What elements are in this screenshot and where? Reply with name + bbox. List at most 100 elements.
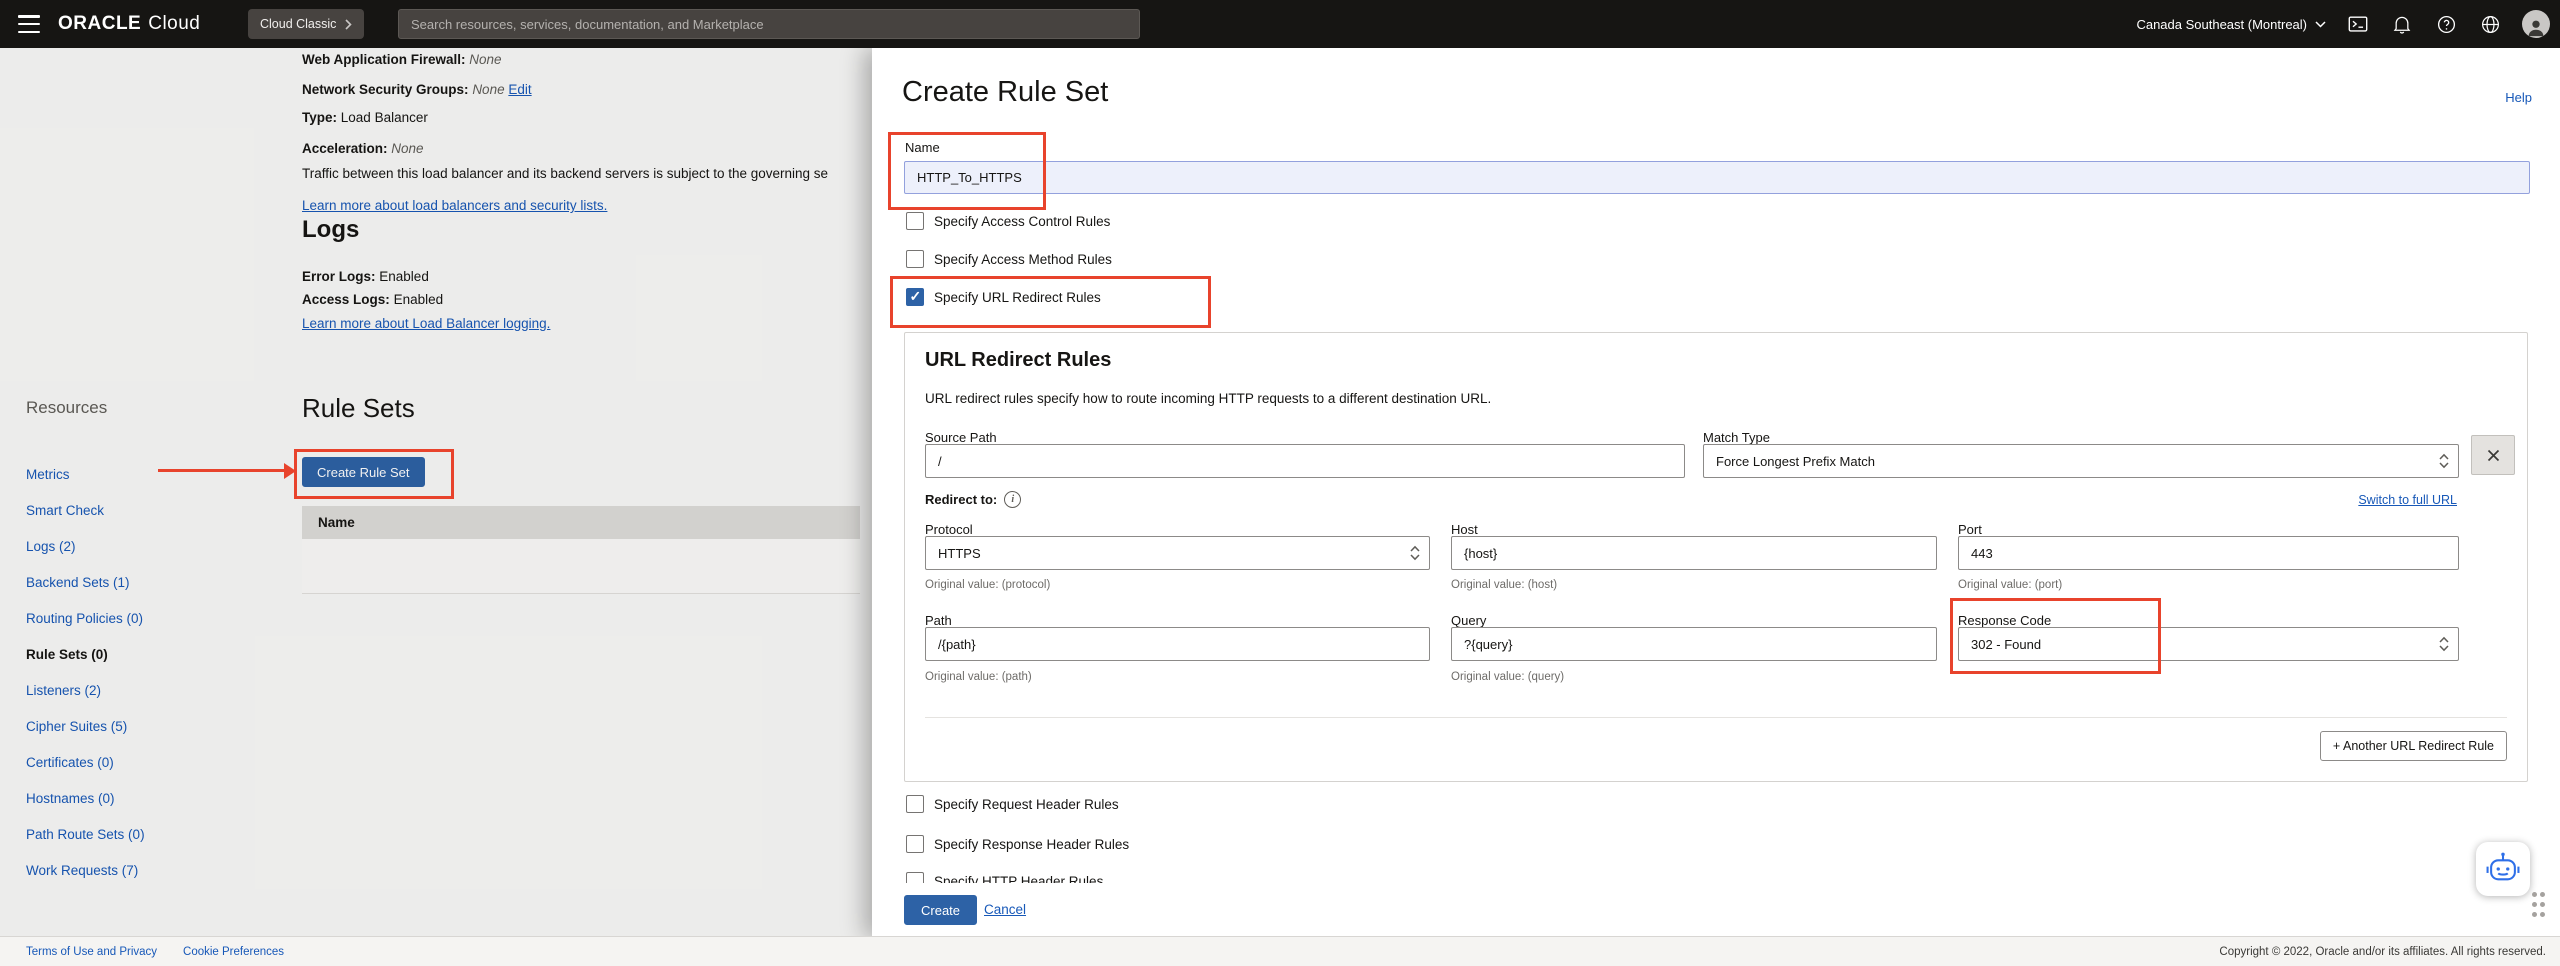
access-method-checkbox[interactable] bbox=[906, 250, 924, 268]
section-divider bbox=[925, 717, 2507, 718]
another-url-redirect-rule-button[interactable]: + Another URL Redirect Rule bbox=[2320, 731, 2507, 761]
sidebar-item-cipher-suites[interactable]: Cipher Suites (5) bbox=[26, 708, 266, 744]
table-row bbox=[302, 566, 860, 594]
sidebar-item-routing-policies[interactable]: Routing Policies (0) bbox=[26, 600, 266, 636]
sidebar-item-logs[interactable]: Logs (2) bbox=[26, 528, 266, 564]
match-type-label: Match Type bbox=[1703, 430, 1770, 445]
waf-label: Web Application Firewall: bbox=[302, 52, 466, 67]
terms-of-use-link[interactable]: Terms of Use and Privacy bbox=[26, 946, 157, 958]
rule-sets-table-header: Name bbox=[302, 506, 860, 539]
select-stepper-icon bbox=[1409, 545, 1421, 561]
language-globe-icon[interactable] bbox=[2478, 12, 2502, 36]
sidebar-item-listeners[interactable]: Listeners (2) bbox=[26, 672, 266, 708]
sidebar-items: Metrics Smart Check Logs (2) Backend Set… bbox=[26, 456, 266, 888]
page-footer: Terms of Use and Privacy Cookie Preferen… bbox=[0, 936, 2560, 966]
query-original-value: Original value: (query) bbox=[1451, 671, 1564, 683]
learn-more-logging-link[interactable]: Learn more about Load Balancer logging. bbox=[302, 316, 550, 331]
robot-icon bbox=[2484, 850, 2522, 888]
sidebar-item-hostnames[interactable]: Hostnames (0) bbox=[26, 780, 266, 816]
checkbox-row-access-method: Specify Access Method Rules bbox=[906, 250, 1112, 268]
field-access-logs: Access Logs: Enabled bbox=[302, 292, 443, 307]
global-search-input[interactable] bbox=[398, 9, 1140, 39]
table-row bbox=[302, 539, 860, 567]
sidebar-item-backend-sets[interactable]: Backend Sets (1) bbox=[26, 564, 266, 600]
url-redirect-checkbox[interactable] bbox=[906, 288, 924, 306]
url-redirect-label: Specify URL Redirect Rules bbox=[934, 290, 1101, 305]
port-label: Port bbox=[1958, 522, 1982, 537]
nsg-edit-link[interactable]: Edit bbox=[508, 82, 531, 97]
chatbot-button[interactable] bbox=[2476, 842, 2530, 896]
hamburger-menu-icon[interactable] bbox=[18, 15, 40, 33]
field-network-security-groups: Network Security Groups: None Edit bbox=[302, 82, 532, 97]
cloud-classic-label: Cloud Classic bbox=[260, 17, 336, 31]
protocol-value: HTTPS bbox=[938, 546, 981, 561]
logo-cloud-text: Cloud bbox=[148, 13, 200, 34]
create-rule-set-panel: Create Rule Set Help Name Specify Access… bbox=[872, 48, 2560, 938]
query-label: Query bbox=[1451, 613, 1486, 628]
cloud-classic-button[interactable]: Cloud Classic bbox=[248, 9, 364, 39]
host-input[interactable] bbox=[1451, 536, 1937, 570]
acceleration-value: None bbox=[391, 141, 423, 156]
cancel-link[interactable]: Cancel bbox=[984, 902, 1026, 917]
create-rule-set-button[interactable]: Create Rule Set bbox=[302, 457, 425, 487]
switch-to-full-url-link[interactable]: Switch to full URL bbox=[2358, 493, 2457, 507]
path-input[interactable] bbox=[925, 627, 1430, 661]
help-icon[interactable] bbox=[2434, 12, 2458, 36]
url-redirect-rules-section: URL Redirect Rules URL redirect rules sp… bbox=[904, 332, 2528, 782]
chevron-down-icon bbox=[2315, 21, 2326, 28]
nsg-label: Network Security Groups: bbox=[302, 82, 469, 97]
sidebar-item-certificates[interactable]: Certificates (0) bbox=[26, 744, 266, 780]
error-logs-label: Error Logs: bbox=[302, 269, 376, 284]
checkbox-row-access-control: Specify Access Control Rules bbox=[906, 212, 1110, 230]
request-header-label: Specify Request Header Rules bbox=[934, 797, 1119, 812]
response-header-label: Specify Response Header Rules bbox=[934, 837, 1129, 852]
panel-title: Create Rule Set bbox=[902, 76, 1108, 109]
sidebar-item-path-route-sets[interactable]: Path Route Sets (0) bbox=[26, 816, 266, 852]
traffic-note: Traffic between this load balancer and i… bbox=[302, 166, 828, 181]
type-label: Type: bbox=[302, 110, 337, 125]
region-selector[interactable]: Canada Southeast (Montreal) bbox=[2136, 17, 2326, 32]
source-path-input[interactable] bbox=[925, 444, 1685, 478]
remove-rule-button[interactable] bbox=[2471, 435, 2515, 475]
protocol-select[interactable]: HTTPS bbox=[925, 536, 1430, 570]
help-link[interactable]: Help bbox=[2505, 90, 2532, 105]
access-logs-label: Access Logs: bbox=[302, 292, 390, 307]
top-bar: ORACLECloud Cloud Classic Canada Southea… bbox=[0, 0, 2560, 48]
create-button[interactable]: Create bbox=[904, 895, 977, 925]
learn-more-security-lists-link[interactable]: Learn more about load balancers and secu… bbox=[302, 198, 607, 213]
notifications-bell-icon[interactable] bbox=[2390, 12, 2414, 36]
query-input[interactable] bbox=[1451, 627, 1937, 661]
redirect-to-label-row: Redirect to: i bbox=[925, 491, 1021, 508]
response-header-checkbox[interactable] bbox=[906, 835, 924, 853]
sidebar-item-work-requests[interactable]: Work Requests (7) bbox=[26, 852, 266, 888]
sidebar-item-smart-check[interactable]: Smart Check bbox=[26, 492, 266, 528]
cookie-preferences-link[interactable]: Cookie Preferences bbox=[183, 946, 284, 958]
cloud-shell-icon[interactable] bbox=[2346, 12, 2370, 36]
access-control-checkbox[interactable] bbox=[906, 212, 924, 230]
request-header-checkbox[interactable] bbox=[906, 795, 924, 813]
checkbox-row-request-header: Specify Request Header Rules bbox=[906, 795, 1119, 813]
drag-handle-dots[interactable] bbox=[2532, 892, 2546, 920]
section-description: URL redirect rules specify how to route … bbox=[925, 391, 1491, 406]
response-code-label: Response Code bbox=[1958, 613, 2051, 628]
error-logs-value: Enabled bbox=[379, 269, 429, 284]
top-right-controls: Canada Southeast (Montreal) bbox=[2136, 0, 2550, 48]
redirect-to-label: Redirect to: bbox=[925, 492, 997, 507]
source-path-label: Source Path bbox=[925, 430, 997, 445]
response-code-select[interactable]: 302 - Found bbox=[1958, 627, 2459, 661]
name-input[interactable] bbox=[904, 161, 2530, 194]
port-input[interactable] bbox=[1958, 536, 2459, 570]
port-original-value: Original value: (port) bbox=[1958, 579, 2062, 591]
sidebar-item-metrics[interactable]: Metrics bbox=[26, 456, 266, 492]
waf-value: None bbox=[469, 52, 501, 67]
name-label: Name bbox=[905, 140, 940, 155]
checkbox-row-url-redirect: Specify URL Redirect Rules bbox=[906, 288, 1101, 306]
sidebar-item-rule-sets[interactable]: Rule Sets (0) bbox=[26, 636, 266, 672]
type-value: Load Balancer bbox=[341, 110, 428, 125]
user-avatar[interactable] bbox=[2522, 10, 2550, 38]
path-original-value: Original value: (path) bbox=[925, 671, 1032, 683]
info-icon[interactable]: i bbox=[1004, 491, 1021, 508]
field-type: Type: Load Balancer bbox=[302, 110, 428, 125]
match-type-select[interactable]: Force Longest Prefix Match bbox=[1703, 444, 2459, 478]
close-icon bbox=[2487, 449, 2500, 462]
